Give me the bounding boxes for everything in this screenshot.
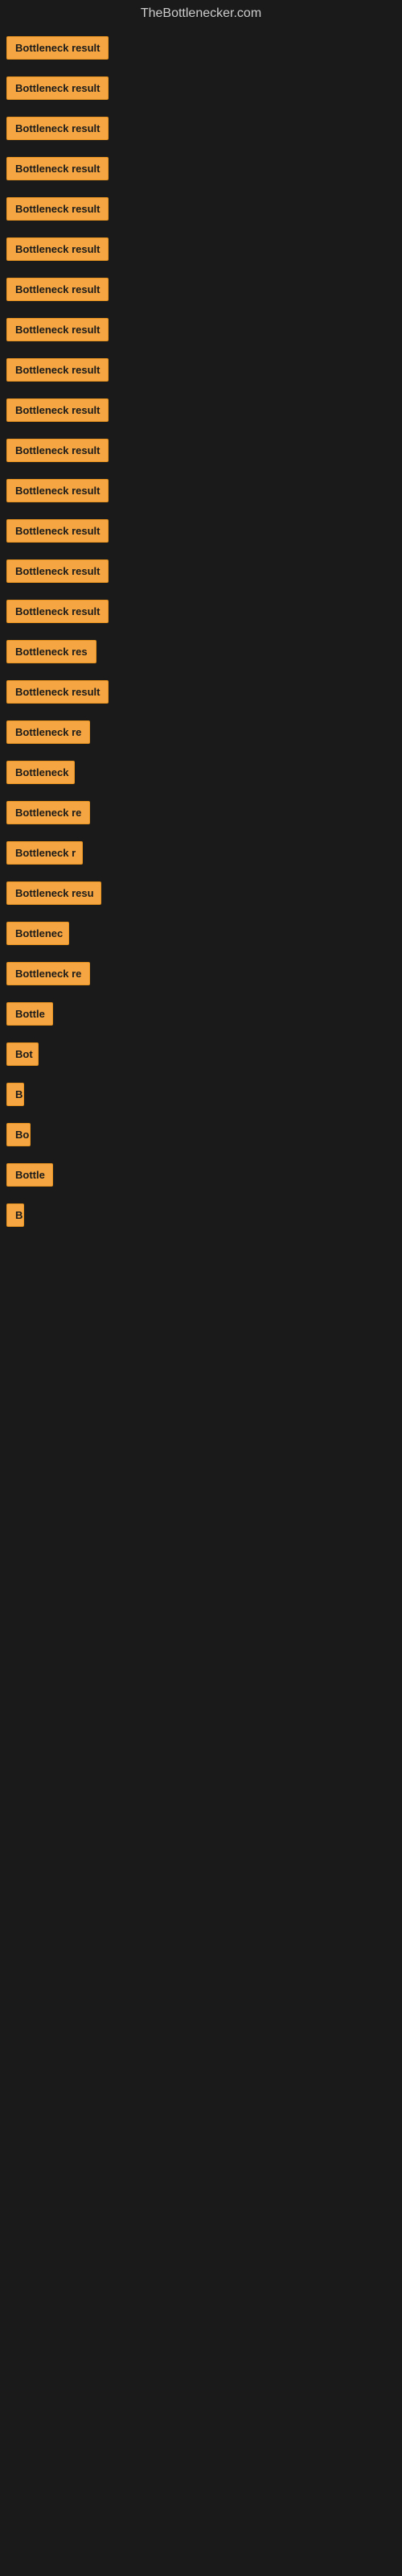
bottleneck-result-item[interactable]: Bottleneck result <box>6 559 109 583</box>
bottleneck-result-item[interactable]: Bottleneck re <box>6 962 90 985</box>
bottleneck-result-item[interactable]: Bottleneck result <box>6 358 109 382</box>
bottleneck-result-item[interactable]: Bottleneck resu <box>6 881 101 905</box>
bottleneck-result-item[interactable]: Bottleneck result <box>6 197 109 221</box>
bottleneck-result-item[interactable]: Bottleneck result <box>6 157 109 180</box>
bottleneck-result-item[interactable]: Bo <box>6 1123 31 1146</box>
item-row: Bottleneck result <box>0 233 402 270</box>
bottleneck-result-item[interactable]: Bottleneck result <box>6 439 109 462</box>
bottleneck-result-item[interactable]: Bottleneck result <box>6 398 109 422</box>
bottleneck-result-item[interactable]: Bottle <box>6 1163 53 1187</box>
bottleneck-result-item[interactable]: Bottleneck result <box>6 519 109 543</box>
item-row: Bottleneck result <box>0 434 402 471</box>
item-row: Bottleneck re <box>0 957 402 994</box>
item-row: Bottleneck result <box>0 152 402 189</box>
item-row: Bottleneck result <box>0 555 402 592</box>
item-row: Bottleneck <box>0 756 402 793</box>
item-row: B <box>0 1078 402 1115</box>
item-row: Bot <box>0 1038 402 1075</box>
item-row: Bottleneck resu <box>0 877 402 914</box>
item-row: Bottleneck r <box>0 836 402 873</box>
item-row: Bottleneck result <box>0 675 402 712</box>
bottleneck-result-item[interactable]: Bottleneck r <box>6 841 83 865</box>
item-row: Bottlenec <box>0 917 402 954</box>
item-row: Bottleneck result <box>0 394 402 431</box>
item-row: Bottleneck result <box>0 72 402 109</box>
bottleneck-result-item[interactable]: Bottleneck res <box>6 640 96 663</box>
bottleneck-result-item[interactable]: B <box>6 1203 24 1227</box>
bottleneck-result-item[interactable]: Bottleneck result <box>6 117 109 140</box>
bottleneck-result-item[interactable]: Bottleneck result <box>6 278 109 301</box>
bottleneck-result-item[interactable]: Bottle <box>6 1002 53 1026</box>
item-row: Bottle <box>0 997 402 1034</box>
bottleneck-result-item[interactable]: Bottleneck result <box>6 479 109 502</box>
item-row: Bo <box>0 1118 402 1155</box>
bottleneck-result-item[interactable]: Bottleneck result <box>6 600 109 623</box>
bottleneck-result-item[interactable]: Bot <box>6 1042 39 1066</box>
item-row: Bottleneck result <box>0 514 402 551</box>
bottleneck-result-item[interactable]: Bottleneck re <box>6 801 90 824</box>
bottleneck-result-item[interactable]: B <box>6 1083 24 1106</box>
bottleneck-result-item[interactable]: Bottleneck result <box>6 680 109 704</box>
item-row: Bottleneck result <box>0 31 402 68</box>
item-row: Bottleneck res <box>0 635 402 672</box>
item-row: Bottleneck re <box>0 796 402 833</box>
item-row: Bottleneck result <box>0 273 402 310</box>
item-row: Bottle <box>0 1158 402 1195</box>
item-row: Bottleneck result <box>0 353 402 390</box>
item-row: Bottleneck result <box>0 474 402 511</box>
bottleneck-result-item[interactable]: Bottlenec <box>6 922 69 945</box>
bottleneck-result-item[interactable]: Bottleneck result <box>6 36 109 60</box>
bottleneck-result-item[interactable]: Bottleneck <box>6 761 75 784</box>
bottleneck-result-item[interactable]: Bottleneck re <box>6 720 90 744</box>
bottleneck-result-item[interactable]: Bottleneck result <box>6 237 109 261</box>
items-container: Bottleneck result Bottleneck result Bottle… <box>0 27 402 1243</box>
site-title: TheBottlenecker.com <box>0 0 402 27</box>
item-row: Bottleneck result <box>0 313 402 350</box>
item-row: Bottleneck result <box>0 192 402 229</box>
bottleneck-result-item[interactable]: Bottleneck result <box>6 318 109 341</box>
page-wrapper: TheBottlenecker.com Bottleneck resultBot… <box>0 0 402 1243</box>
bottleneck-result-item[interactable]: Bottleneck result <box>6 76 109 100</box>
item-row: Bottleneck result <box>0 595 402 632</box>
item-row: B <box>0 1199 402 1236</box>
item-row: Bottleneck re <box>0 716 402 753</box>
item-row: Bottleneck result <box>0 112 402 149</box>
